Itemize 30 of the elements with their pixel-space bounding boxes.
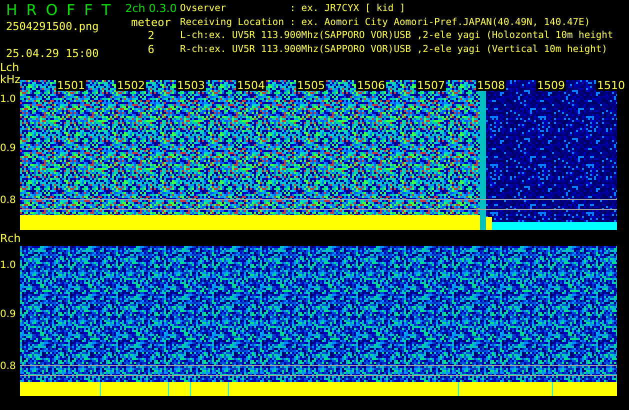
info-line: R-ch:ex. UV5R 113.900Mhz(SAPPORO VOR)USB ,2-ele yagi (Vertical 10m height) — [180, 42, 608, 56]
axis-tick-label: 0.9 — [0, 143, 16, 155]
unit-label: kHz — [0, 74, 20, 86]
time-label: 1505 — [296, 80, 326, 91]
axis-tick-label: 0.8 — [0, 195, 16, 207]
time-label: 1509 — [536, 80, 566, 91]
channel-label: Lch — [0, 62, 20, 74]
date-time: 25.04.29 15:00 — [6, 46, 100, 60]
time-label: 1502 — [116, 80, 146, 91]
meteor-count: 6 — [148, 42, 154, 56]
time-label: 1510 — [596, 80, 626, 91]
axis-tick-label: 0.9 — [0, 309, 16, 321]
info-line: L-ch:ex. UV5R 113.900Mhz(SAPPORO VOR)USB ,2-ele yagi (Holozontal 10m height — [180, 29, 614, 42]
axis-tick-label: 1.0 — [0, 260, 16, 272]
time-label: 1501 — [56, 80, 86, 91]
axis-tick-label: 1.0 — [0, 94, 16, 106]
time-label: 1508 — [476, 80, 506, 91]
info-line: Ovserver : ex. JR7CYX [ kid ] — [180, 2, 406, 16]
info-line: Receiving Location : ex. Aomori City Aomori-Pref.JAPAN(40.49N, 140.47E) — [180, 16, 592, 29]
channel-label: Rch — [0, 233, 20, 245]
time-label: 1507 — [416, 80, 446, 91]
meteor-label: meteor — [131, 16, 171, 29]
app-title: HROFFT — [6, 2, 121, 18]
file-name: 2504291500.png — [6, 20, 100, 34]
version-label: 2ch 0.3.0 — [125, 2, 177, 16]
meteor-count: 2 — [148, 29, 154, 42]
time-label: 1503 — [176, 80, 206, 91]
time-label: 1504 — [236, 80, 266, 91]
axis-tick-label: 0.8 — [0, 361, 16, 373]
time-label: 1506 — [356, 80, 386, 91]
